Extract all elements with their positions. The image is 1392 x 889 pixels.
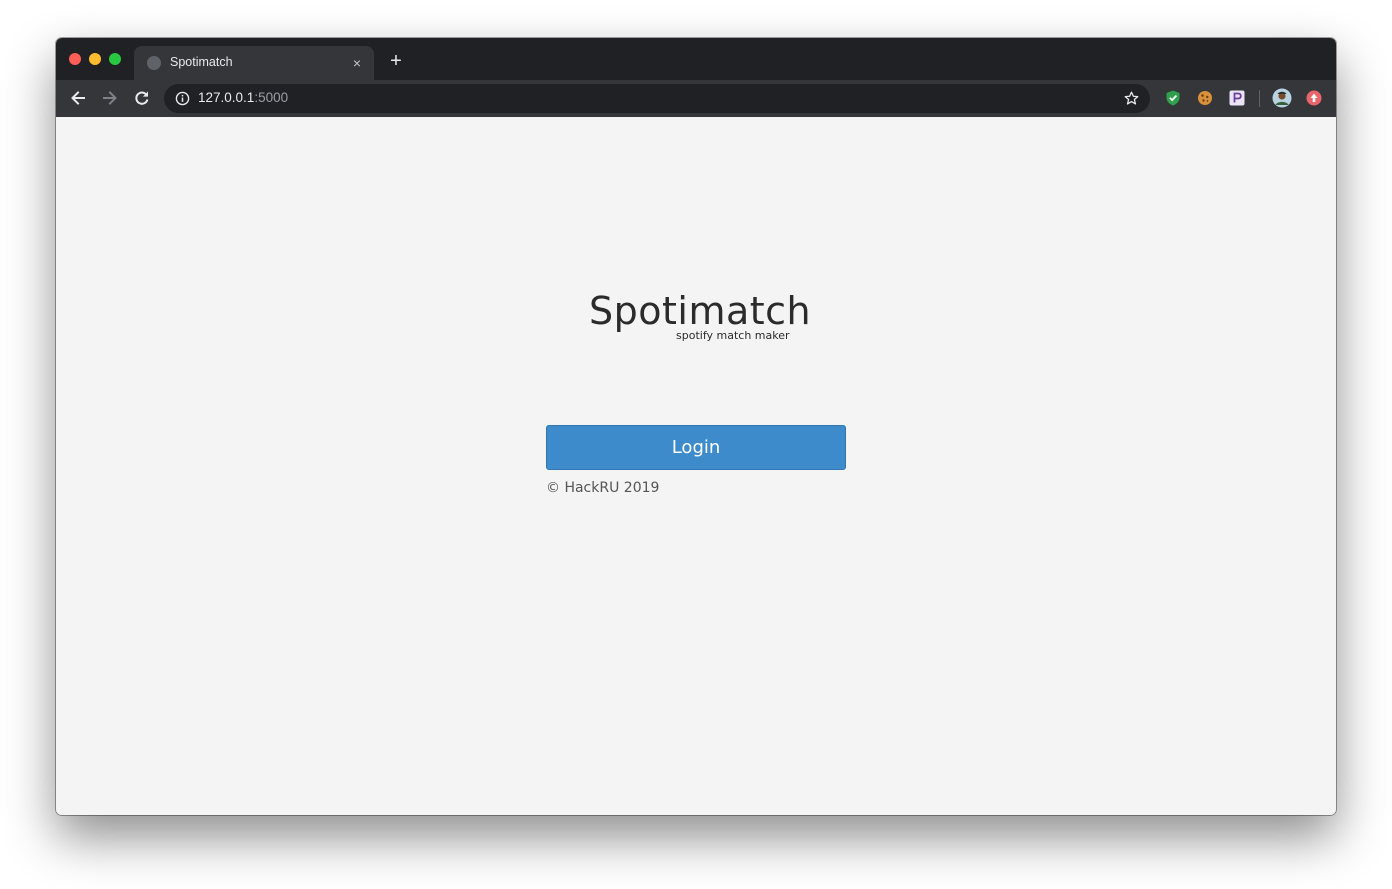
back-button[interactable] <box>68 88 88 108</box>
close-tab-icon[interactable]: × <box>348 54 366 72</box>
globe-icon <box>147 56 161 70</box>
copyright-footer: © HackRU 2019 <box>546 480 660 496</box>
new-tab-button[interactable]: + <box>386 51 406 71</box>
browser-window: Spotimatch × + 127.0.0.1:5000 Spotimatch… <box>56 38 1336 815</box>
star-icon[interactable] <box>1123 90 1140 107</box>
browser-toolbar: 127.0.0.1:5000 <box>56 80 1336 117</box>
toolbar-divider <box>1259 90 1260 107</box>
shield-check-icon[interactable] <box>1164 89 1182 107</box>
page-content: Spotimatch spotify match maker Login © H… <box>56 117 1336 815</box>
cookie-icon[interactable] <box>1196 89 1214 107</box>
forward-button[interactable] <box>100 88 120 108</box>
tab-spotimatch[interactable]: Spotimatch × <box>134 46 374 80</box>
maximize-window-button[interactable] <box>109 53 121 65</box>
url-text[interactable]: 127.0.0.1:5000 <box>198 90 288 105</box>
reload-icon <box>135 91 149 105</box>
app-tagline: spotify match maker <box>676 329 790 342</box>
profile-avatar-icon[interactable] <box>1272 88 1292 108</box>
app-title: Spotimatch <box>589 289 812 333</box>
arrow-left-icon <box>71 91 85 105</box>
tab-strip: Spotimatch × + <box>56 38 1336 80</box>
login-button[interactable]: Login <box>546 425 846 470</box>
arrow-right-icon <box>103 91 117 105</box>
url-host: 127.0.0.1 <box>198 90 255 105</box>
close-window-button[interactable] <box>69 53 81 65</box>
minimize-window-button[interactable] <box>89 53 101 65</box>
reload-button[interactable] <box>132 88 152 108</box>
alert-extension-icon[interactable] <box>1305 89 1323 107</box>
address-bar[interactable]: 127.0.0.1:5000 <box>164 84 1150 113</box>
tab-title: Spotimatch <box>170 55 233 69</box>
info-icon[interactable] <box>175 91 190 106</box>
p-extension-icon[interactable] <box>1228 89 1246 107</box>
url-port: :5000 <box>254 90 289 105</box>
